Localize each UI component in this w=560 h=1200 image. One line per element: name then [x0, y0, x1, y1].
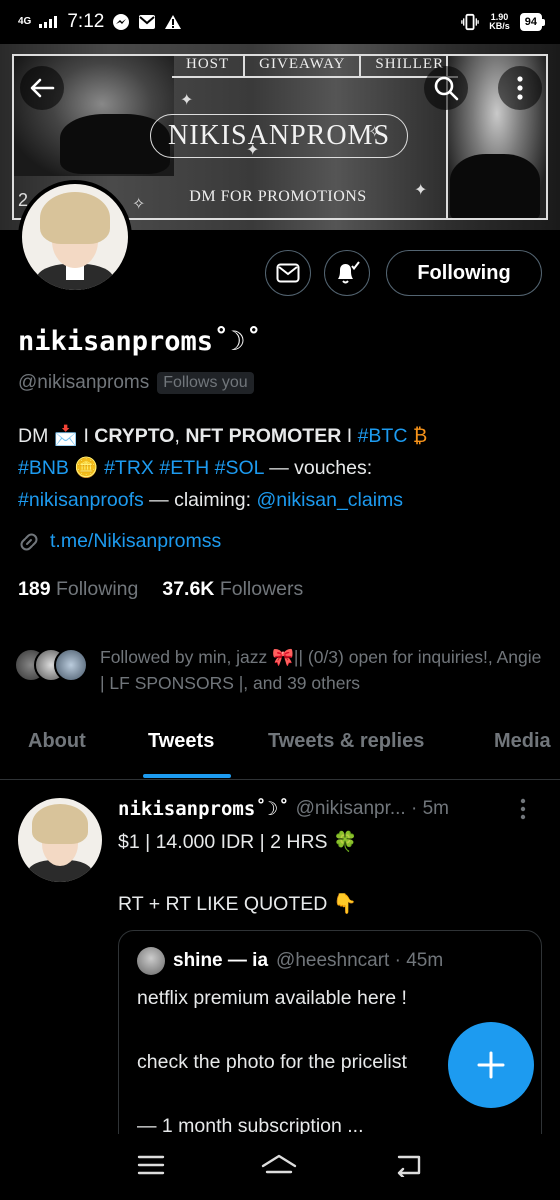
website-link[interactable]: t.me/Nikisanpromss	[50, 530, 221, 553]
follow-counts: 189 Following 37.6K Followers	[18, 578, 303, 601]
tab-tweets[interactable]: Tweets	[148, 730, 214, 753]
compose-plus-icon	[477, 1051, 505, 1079]
handle-row: @nikisanproms Follows you	[18, 372, 254, 394]
sparkle-icon: ✦	[180, 92, 194, 109]
tweet-text-line: RT + RT LIKE QUOTED 👇	[118, 893, 358, 915]
tab-media[interactable]: Media	[494, 730, 551, 753]
more-button[interactable]	[498, 66, 542, 110]
quoted-handle-time: @heeshncart · 45m	[276, 950, 444, 971]
menu-icon	[137, 1155, 165, 1174]
followers-count-link[interactable]: 37.6K Followers	[162, 578, 303, 601]
notifications-button[interactable]	[324, 250, 370, 296]
profile-tabs: About Tweets Tweets & replies Media	[0, 720, 560, 780]
vibrate-icon	[461, 13, 480, 31]
bell-check-icon	[338, 261, 360, 284]
following-count-link[interactable]: 189 Following	[18, 578, 138, 601]
hashtag-link[interactable]: #nikisanproofs	[18, 489, 144, 511]
tweet-author-name[interactable]: nikisanproms˚☽˚	[118, 798, 290, 820]
banner-title: NIKISANPROMS	[167, 120, 391, 151]
tab-about[interactable]: About	[28, 730, 86, 753]
warning-icon	[164, 13, 182, 31]
back-nav-button[interactable]	[393, 1153, 423, 1182]
menu-button[interactable]	[137, 1154, 165, 1181]
quoted-author-name: shine — ia	[173, 950, 269, 971]
link-icon	[20, 533, 38, 550]
banner-subtitle: DM FOR PROMOTIONS	[189, 188, 367, 205]
hashtag-link[interactable]: #SOL	[215, 457, 264, 479]
search-button[interactable]	[424, 66, 468, 110]
tweet-header: nikisanproms˚☽˚ @nikisanpr... · 5m	[118, 798, 449, 820]
hashtag-link[interactable]: #BTC	[358, 425, 408, 447]
network-type: 4G	[18, 16, 32, 27]
mention-link[interactable]: @nikisan_claims	[256, 489, 403, 511]
more-vertical-icon	[520, 798, 526, 820]
tweet-text-line: $1 | 14.000 IDR | 2 HRS 🍀	[118, 831, 358, 853]
message-button[interactable]	[265, 250, 311, 296]
tweet-more-button[interactable]	[520, 798, 526, 826]
home-icon	[261, 1154, 297, 1173]
active-tab-indicator	[143, 774, 231, 778]
sparkle-icon: ✦	[414, 182, 428, 199]
back-arrow-icon	[30, 78, 55, 98]
quoted-text-line: check the photo for the pricelist	[137, 1051, 407, 1073]
website-row: t.me/Nikisanpromss	[18, 530, 221, 553]
banner-tabs: HOST GIVEAWAY SHILLER	[172, 54, 459, 78]
tweet-avatar[interactable]	[18, 798, 102, 882]
hashtag-link[interactable]: #TRX	[104, 457, 154, 479]
home-button[interactable]	[259, 1152, 299, 1183]
quoted-text-line: netflix premium available here !	[137, 987, 407, 1009]
back-icon	[397, 1155, 421, 1178]
search-icon	[434, 76, 459, 101]
bio: DM 📩 I CRYPTO, NFT PROMOTER I #BTC ₿ #BN…	[18, 425, 428, 511]
sparkle-icon: ✧	[132, 196, 146, 213]
followed-by-text: Followed by min, jazz 🎀|| (0/3) open for…	[100, 647, 542, 693]
handle: @nikisanproms	[18, 372, 150, 393]
clock: 7:12	[67, 11, 105, 32]
mail-icon	[276, 263, 300, 283]
back-button[interactable]	[20, 66, 64, 110]
compose-button[interactable]	[448, 1022, 534, 1108]
tab-tweets-replies[interactable]: Tweets & replies	[268, 730, 424, 753]
battery-icon: 94	[519, 13, 546, 31]
more-vertical-icon	[517, 76, 523, 100]
gmail-icon	[138, 13, 156, 31]
follower-avatars	[14, 644, 90, 684]
status-bar: 4G 7:12 1.90 KB/s 94	[0, 0, 560, 44]
follows-you-badge: Follows you	[157, 372, 254, 394]
following-button[interactable]: Following	[386, 250, 542, 296]
quoted-avatar	[137, 947, 165, 975]
signal-icon	[39, 16, 58, 28]
display-name: nikisanproms˚☽˚	[18, 326, 262, 357]
hashtag-link[interactable]: #BNB	[18, 457, 69, 479]
hashtag-link[interactable]: #ETH	[159, 457, 209, 479]
messenger-icon	[112, 13, 130, 31]
tweet-handle-time: @nikisanpr... · 5m	[295, 798, 449, 819]
network-speed: 1.90 KB/s	[489, 12, 510, 31]
system-nav-bar	[0, 1134, 560, 1200]
followed-by-row[interactable]: Followed by min, jazz 🎀|| (0/3) open for…	[14, 644, 550, 696]
quoted-tweet-header: shine — ia @heeshncart · 45m	[137, 947, 443, 975]
profile-avatar[interactable]	[18, 180, 132, 294]
